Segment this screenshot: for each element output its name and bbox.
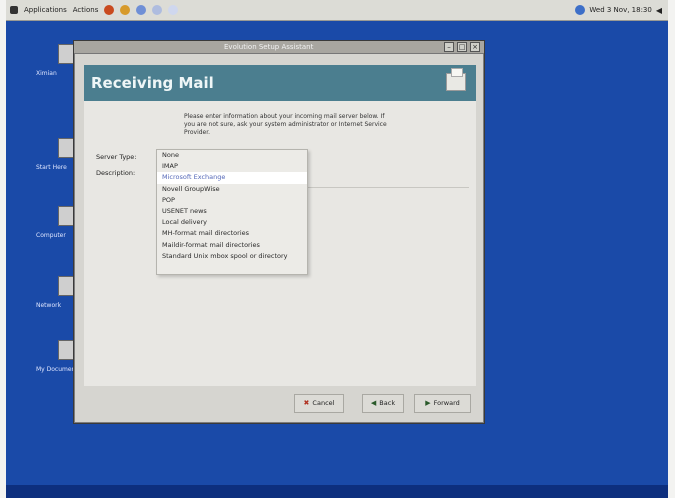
server-type-option[interactable]: MH-format mail directories [157,228,307,239]
server-type-option[interactable]: Standard Unix mbox spool or directory [157,251,307,262]
server-type-option[interactable]: USENET news [157,206,307,217]
server-type-label: Server Type: [96,153,137,161]
desktop-icon-label: Network [36,302,62,309]
launcher-mail-icon[interactable] [120,5,131,15]
description-label: Description: [96,169,136,177]
server-type-option[interactable]: None [157,150,307,161]
network-status-icon[interactable] [575,5,586,15]
volume-icon[interactable]: ◀ [656,6,662,15]
server-type-option[interactable]: Local delivery [157,217,307,228]
clock[interactable]: Wed 3 Nov, 18:30 [589,6,651,14]
server-type-option[interactable]: POP [157,195,307,206]
applications-menu[interactable]: Applications [24,6,67,14]
setup-assistant-window: Evolution Setup Assistant – □ × Receivin… [73,40,485,424]
intro-text: Please enter information about your inco… [184,113,387,136]
back-button[interactable]: ◀ Back [362,394,404,413]
bottom-panel [6,485,668,498]
launcher-help-icon[interactable] [136,5,147,15]
window-controls: – □ × [444,42,480,52]
server-type-option[interactable]: Novell GroupWise [157,184,307,195]
form-area: Please enter information about your inco… [84,101,476,386]
desktop-icon-label: Ximian [36,70,57,77]
minimize-icon[interactable]: – [444,42,454,52]
desktop-icon-label: Computer [36,232,66,239]
desktop-icon-ximian[interactable]: Ximian [36,44,74,88]
back-label: Back [379,399,396,407]
launcher-office-icon[interactable] [152,5,163,15]
launcher-browser-icon[interactable] [104,5,115,15]
panel-left: Applications Actions [10,5,179,15]
maximize-icon[interactable]: □ [457,42,467,52]
network-icon [58,276,74,296]
cancel-button[interactable]: ✖ Cancel [294,394,344,413]
mailbox-icon [446,68,466,91]
button-row: ✖ Cancel ◀ Back ▶ Forward [84,391,476,417]
start-here-icon [58,138,74,158]
folder-icon [58,340,74,360]
window-title: Evolution Setup Assistant [224,43,314,51]
back-arrow-icon: ◀ [370,399,377,407]
actions-menu[interactable]: Actions [73,6,99,14]
server-type-option-selected[interactable]: Microsoft Exchange [157,172,307,184]
forward-arrow-icon: ▶ [425,399,431,407]
desktop-icon-label: Start Here [36,164,67,171]
page-title: Receiving Mail [91,74,214,92]
separator [304,187,469,188]
desktop-icon-start-here[interactable]: Start Here [36,138,74,182]
forward-button[interactable]: ▶ Forward [414,394,471,413]
server-type-option[interactable]: Maildir-format mail directories [157,240,307,251]
server-type-option[interactable]: IMAP [157,161,307,172]
top-panel: Applications Actions Wed 3 Nov, 18:30 ◀ [6,0,668,21]
desktop: Applications Actions Wed 3 Nov, 18:30 ◀ … [6,0,668,498]
cancel-icon: ✖ [303,399,310,407]
launcher-text-icon[interactable] [168,5,179,15]
forward-label: Forward [433,399,460,407]
page-header: Receiving Mail [84,65,476,101]
desktop-icon-network[interactable]: Network [36,276,74,320]
desktop-icon-computer[interactable]: Computer [36,206,74,250]
ximian-icon [58,44,74,64]
desktop-icon-my-documents[interactable]: My Documents [36,340,81,384]
computer-icon [58,206,74,226]
window-titlebar[interactable]: Evolution Setup Assistant – □ × [74,41,484,54]
foot-menu-icon[interactable] [10,6,18,14]
server-type-dropdown[interactable]: None IMAP Microsoft Exchange Novell Grou… [156,149,308,275]
cancel-label: Cancel [312,399,335,407]
close-icon[interactable]: × [470,42,480,52]
panel-right: Wed 3 Nov, 18:30 ◀ [575,5,662,15]
